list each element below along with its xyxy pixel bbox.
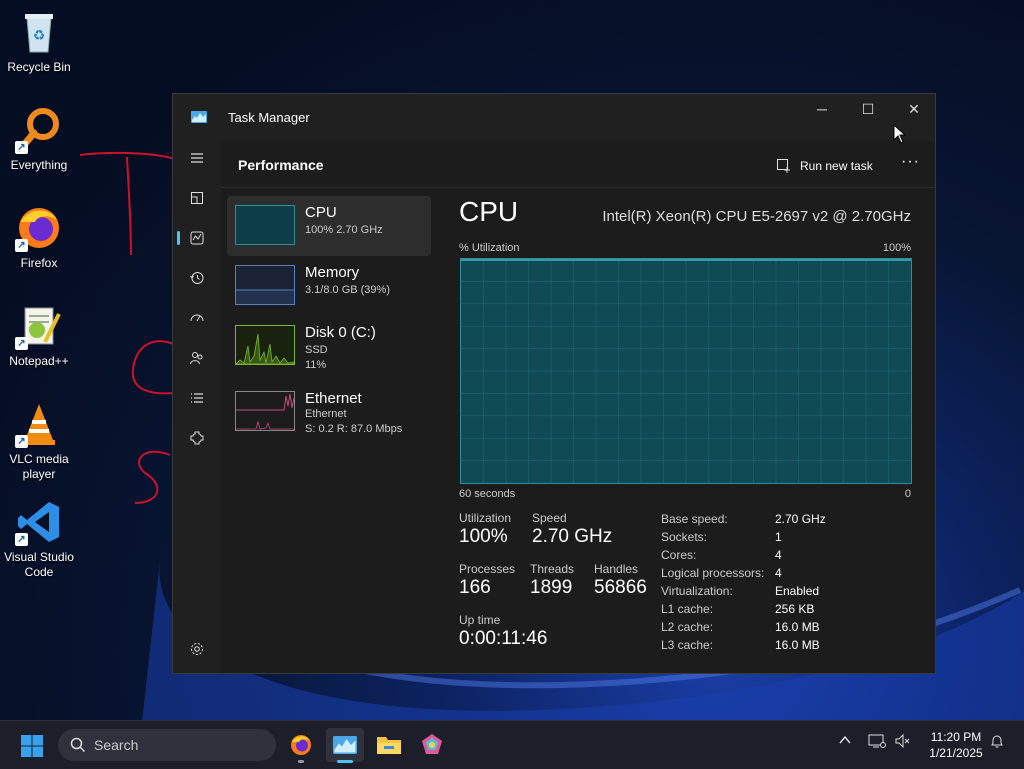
task-manager-icon xyxy=(333,736,357,754)
system-clock[interactable]: 11:20 PM 1/21/2025 xyxy=(916,729,996,761)
network-icon xyxy=(868,734,886,748)
spec-label: Virtualization: xyxy=(661,584,733,598)
resource-item-cpu[interactable]: CPU 100% 2.70 GHz xyxy=(227,196,431,256)
title-bar[interactable]: Task Manager ─ ☐ ✕ xyxy=(173,94,935,141)
spec-label: Logical processors: xyxy=(661,566,765,580)
spec-value: 1 xyxy=(775,530,782,544)
spec-value: 16.0 MB xyxy=(775,620,820,634)
recycle-bin-icon: ♻ xyxy=(25,14,53,53)
performance-icon[interactable] xyxy=(177,223,212,253)
cpu-utilization-graph xyxy=(460,258,912,484)
disk-thumbnail xyxy=(235,325,295,365)
spec-label: Sockets: xyxy=(661,530,708,544)
processes-icon[interactable] xyxy=(182,183,212,213)
desktop-icon-recycle-bin[interactable]: ♻ Recycle Bin xyxy=(0,8,78,75)
task-manager-icon xyxy=(191,111,207,123)
startup-apps-icon[interactable] xyxy=(182,303,212,333)
handwritten-annotation xyxy=(79,151,176,504)
details-icon[interactable] xyxy=(182,383,212,413)
windows-start-icon[interactable] xyxy=(20,734,44,758)
svg-text:♻: ♻ xyxy=(33,27,46,43)
resource-item-ethernet[interactable]: Ethernet Ethernet S: 0.2 R: 87.0 Mbps xyxy=(227,382,431,442)
desktop-icon-vscode[interactable]: ↗ Visual Studio Code xyxy=(0,498,78,580)
spec-label: Base speed: xyxy=(661,512,728,526)
spec-label: L1 cache: xyxy=(661,602,714,616)
resource-item-memory[interactable]: Memory 3.1/8.0 GB (39%) xyxy=(227,256,431,316)
desktop-icon-firefox[interactable]: ↗ Firefox xyxy=(0,204,78,271)
taskbar-task-manager[interactable] xyxy=(326,728,364,763)
search-icon xyxy=(70,737,86,753)
run-task-icon xyxy=(777,159,790,173)
taskbar-search-box[interactable]: Search xyxy=(58,729,276,761)
handles-value: 56866 xyxy=(594,577,647,598)
utilization-axis-label: % Utilization xyxy=(459,242,520,254)
speed-value: 2.70 GHz xyxy=(532,526,613,547)
cpu-thumbnail xyxy=(235,205,295,245)
desktop-icon-notepadpp[interactable]: ↗ Notepad++ xyxy=(0,302,78,369)
spec-value: 256 KB xyxy=(775,602,815,616)
utilization-max-label: 100% xyxy=(882,242,911,254)
page-title: Performance xyxy=(238,157,324,173)
taskbar: Search 11:20 PM 1/21/2025 xyxy=(0,720,1024,769)
show-hidden-icons-button[interactable] xyxy=(838,733,852,750)
volume-muted-icon xyxy=(895,733,910,749)
spec-label: L2 cache: xyxy=(661,620,714,634)
spec-value: Enabled xyxy=(775,584,820,598)
page-header: Performance Run new task ··· xyxy=(221,141,935,188)
spec-value: 2.70 GHz xyxy=(775,512,826,526)
resource-list: CPU 100% 2.70 GHz Memory 3.1/8.0 GB (39%… xyxy=(227,196,431,442)
cpu-heading: CPU xyxy=(459,196,519,227)
firefox-icon xyxy=(291,735,311,755)
ethernet-thumbnail xyxy=(235,391,295,431)
settings-icon[interactable] xyxy=(182,634,212,664)
maximize-button[interactable]: ☐ xyxy=(845,94,891,124)
processes-value: 166 xyxy=(459,577,491,598)
volume-status[interactable] xyxy=(894,733,910,752)
taskbar-firefox[interactable] xyxy=(282,728,320,763)
task-manager-window: Task Manager ─ ☐ ✕ Performance Run new t… xyxy=(172,93,936,674)
memory-thumbnail xyxy=(235,265,295,305)
mouse-cursor-icon xyxy=(893,124,907,144)
spec-value: 16.0 MB xyxy=(775,638,820,652)
spec-label: Cores: xyxy=(661,548,697,562)
minimize-button[interactable]: ─ xyxy=(799,94,845,124)
more-options-button[interactable]: ··· xyxy=(901,153,920,171)
chevron-up-icon xyxy=(839,735,851,744)
threads-value: 1899 xyxy=(530,577,573,598)
nav-rail xyxy=(173,141,221,673)
app-history-icon[interactable] xyxy=(182,263,212,293)
run-new-task-button[interactable]: Run new task xyxy=(776,158,873,174)
taskbar-app[interactable] xyxy=(413,728,451,762)
services-icon[interactable] xyxy=(182,423,212,453)
bell-icon xyxy=(991,735,1003,748)
time-axis-label: 60 seconds xyxy=(459,488,516,500)
uptime-value: 0:00:11:46 xyxy=(459,628,548,649)
spec-value: 4 xyxy=(775,548,782,562)
users-icon[interactable] xyxy=(182,343,212,373)
utilization-value: 100% xyxy=(459,526,508,547)
network-status[interactable] xyxy=(868,733,886,752)
desktop-icon-everything[interactable]: ↗ Everything xyxy=(0,106,78,173)
spec-value: 4 xyxy=(775,566,782,580)
resource-item-disk[interactable]: Disk 0 (C:) SSD 11% xyxy=(227,316,431,376)
taskbar-file-explorer[interactable] xyxy=(370,728,408,762)
notifications-button[interactable] xyxy=(989,733,1005,752)
window-title: Task Manager xyxy=(228,110,310,125)
performance-page: Performance Run new task ··· CPU 100% 2.… xyxy=(221,141,935,673)
spec-label: L3 cache: xyxy=(661,638,714,652)
file-explorer-icon xyxy=(377,737,401,754)
time-axis-zero: 0 xyxy=(904,488,911,500)
cpu-model-name: Intel(R) Xeon(R) CPU E5-2697 v2 @ 2.70GH… xyxy=(602,208,911,225)
menu-icon[interactable] xyxy=(182,143,212,173)
close-button[interactable]: ✕ xyxy=(891,94,937,124)
desktop-icon-vlc[interactable]: ↗ VLC media player xyxy=(0,400,78,482)
app-icon xyxy=(422,734,442,754)
